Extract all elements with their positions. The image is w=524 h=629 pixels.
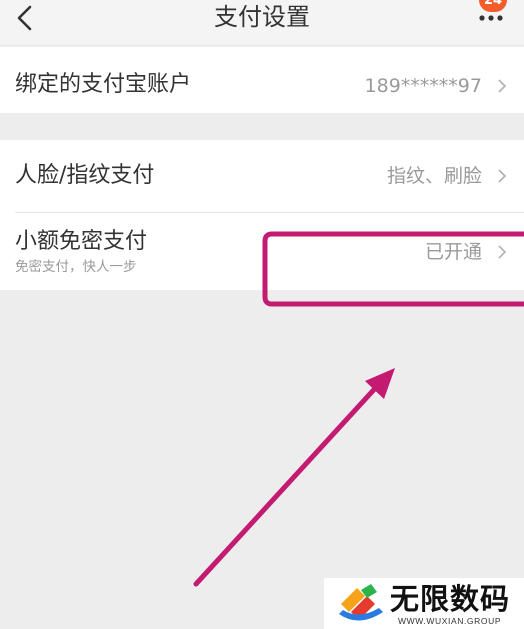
face-fingerprint-pay-value: 指纹、刷脸 — [386, 165, 482, 187]
alipay-account-row[interactable]: 绑定的支付宝账户 189******97 — [0, 47, 524, 113]
watermark-url: WWW.WUXIAN.GROUP — [398, 616, 502, 626]
watermark-brand: 无限数码 — [390, 582, 511, 616]
page-title: 支付设置 — [214, 3, 310, 31]
alipay-account-label: 绑定的支付宝账户 — [15, 72, 192, 97]
chevron-right-icon — [498, 245, 507, 259]
chevron-right-icon — [498, 169, 507, 183]
annotation-arrow-head — [365, 368, 395, 399]
brand-logo-icon — [339, 584, 383, 621]
payment-method-group: 人脸/指纹支付 指纹、刷脸 小额免密支付 免密支付，快人一步 已开通 — [0, 140, 524, 290]
annotation-arrow-shaft — [193, 380, 383, 587]
nav-bar: 支付设置 24 — [0, 0, 524, 44]
small-password-free-pay-value: 已开通 — [424, 241, 482, 263]
watermark: 无限数码 WWW.WUXIAN.GROUP — [324, 578, 524, 629]
chevron-left-icon — [17, 5, 32, 31]
back-button[interactable] — [10, 2, 44, 38]
account-group: 绑定的支付宝账户 189******97 — [0, 47, 524, 113]
face-fingerprint-pay-row[interactable]: 人脸/指纹支付 指纹、刷脸 — [0, 140, 524, 212]
chevron-right-icon — [498, 79, 507, 93]
payment-settings-screen: 支付设置 24 绑定的支付宝账户 189******97 人脸/指纹支付 指纹、… — [0, 0, 524, 629]
alipay-account-value: 189******97 — [364, 75, 482, 97]
small-password-free-pay-label: 小额免密支付 — [15, 229, 148, 254]
small-password-free-pay-row[interactable]: 小额免密支付 免密支付，快人一步 已开通 — [0, 213, 524, 290]
face-fingerprint-pay-label: 人脸/指纹支付 — [15, 163, 155, 188]
small-password-free-pay-sublabel: 免密支付，快人一步 — [15, 259, 137, 275]
